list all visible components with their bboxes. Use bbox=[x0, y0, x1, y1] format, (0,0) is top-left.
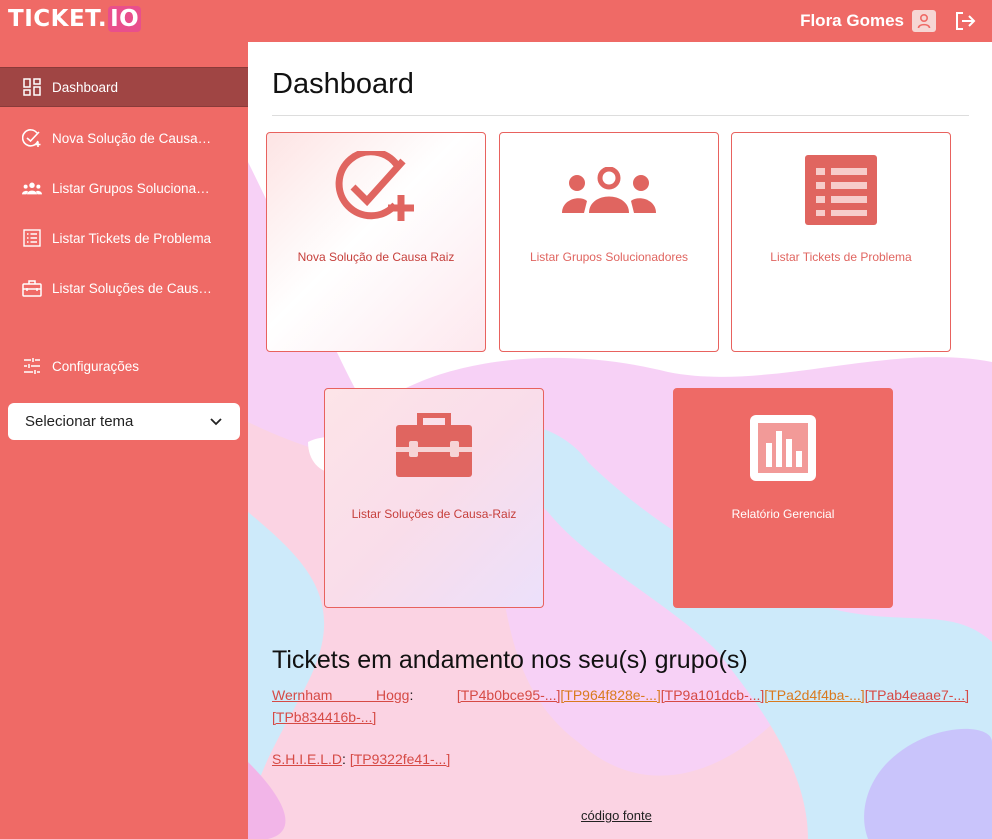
user-menu[interactable]: Flora Gomes bbox=[800, 10, 936, 32]
tickets-section-title: Tickets em andamento nos seu(s) grupo(s) bbox=[272, 646, 748, 674]
sidebar-item-label: Listar Tickets de Problema bbox=[52, 230, 212, 246]
ticket-link[interactable]: [TPab4eaae7-...] bbox=[865, 687, 969, 703]
card-relatorio[interactable]: Relatório Gerencial bbox=[673, 388, 893, 608]
top-bar: TICKET. IO Flora Gomes bbox=[0, 0, 992, 42]
user-icon[interactable] bbox=[912, 10, 936, 32]
toolbox-icon bbox=[22, 278, 42, 298]
sidebar-item-label: Listar Grupos Solucionadores bbox=[52, 180, 212, 196]
card-label: Listar Tickets de Problema bbox=[770, 250, 912, 264]
logo-suffix: IO bbox=[108, 6, 142, 32]
chevron-down-icon bbox=[210, 413, 222, 430]
separator: : bbox=[342, 751, 346, 767]
separator: : bbox=[409, 687, 414, 703]
group-link[interactable]: Wernham Hogg bbox=[272, 687, 409, 703]
group-row: S.H.I.E.L.D: [TP9322fe41-...] bbox=[272, 748, 450, 770]
bar-chart-icon bbox=[674, 413, 892, 483]
check-plus-icon bbox=[267, 151, 485, 225]
sidebar-item-label: Nova Solução de Causa Raiz bbox=[52, 130, 212, 146]
dashboard-icon bbox=[22, 77, 42, 97]
sidebar-item-label: Dashboard bbox=[52, 79, 119, 95]
page-title: Dashboard bbox=[272, 68, 414, 100]
card-grupos[interactable]: Listar Grupos Solucionadores bbox=[499, 132, 719, 352]
ticket-link[interactable]: [TP9a101dcb-...] bbox=[661, 687, 765, 703]
theme-select[interactable]: Selecionar tema bbox=[8, 403, 240, 440]
toolbox-icon bbox=[325, 413, 543, 479]
title-divider bbox=[272, 115, 969, 116]
sidebar: Dashboard Nova Solução de Causa Raiz Lis… bbox=[0, 42, 248, 839]
card-nova-solucao[interactable]: Nova Solução de Causa Raiz bbox=[266, 132, 486, 352]
list-icon bbox=[732, 155, 950, 225]
ticket-link[interactable]: [TP4b0bce95-...] bbox=[457, 687, 561, 703]
ticket-link[interactable]: [TPb834416b-...] bbox=[272, 709, 376, 725]
sidebar-item-configuracoes[interactable]: Configurações bbox=[0, 346, 248, 386]
logout-icon[interactable] bbox=[954, 11, 976, 31]
group-link[interactable]: S.H.I.E.L.D bbox=[272, 751, 342, 767]
sidebar-item-dashboard[interactable]: Dashboard bbox=[0, 67, 248, 107]
ticket-link[interactable]: [TP964f828e-...] bbox=[560, 687, 660, 703]
app-logo[interactable]: TICKET. IO bbox=[8, 6, 142, 32]
card-tickets[interactable]: Listar Tickets de Problema bbox=[731, 132, 951, 352]
list-icon bbox=[22, 228, 42, 248]
sidebar-item-tickets[interactable]: Listar Tickets de Problema bbox=[0, 218, 248, 258]
group-icon bbox=[500, 167, 718, 213]
sidebar-item-solucoes[interactable]: Listar Soluções de Causa-Raiz bbox=[0, 268, 248, 308]
sidebar-item-grupos[interactable]: Listar Grupos Solucionadores bbox=[0, 168, 248, 208]
card-solucoes[interactable]: Listar Soluções de Causa-Raiz bbox=[324, 388, 544, 608]
check-plus-icon bbox=[22, 128, 42, 148]
sliders-icon bbox=[22, 356, 42, 376]
ticket-link[interactable]: [TPa2d4f4ba-...] bbox=[764, 687, 864, 703]
sidebar-item-label: Configurações bbox=[52, 358, 140, 374]
theme-select-value: Selecionar tema bbox=[25, 413, 134, 430]
card-label: Relatório Gerencial bbox=[731, 507, 835, 521]
user-name: Flora Gomes bbox=[800, 11, 904, 30]
logo-text: TICKET. bbox=[8, 6, 108, 32]
group-icon bbox=[22, 178, 42, 198]
card-label: Listar Soluções de Causa-Raiz bbox=[351, 507, 517, 521]
source-code-link[interactable]: código fonte bbox=[581, 808, 652, 823]
sidebar-item-label: Listar Soluções de Causa-Raiz bbox=[52, 280, 212, 296]
ticket-link[interactable]: [TP9322fe41-...] bbox=[350, 751, 450, 767]
card-label: Listar Grupos Solucionadores bbox=[529, 250, 689, 264]
card-label: Nova Solução de Causa Raiz bbox=[297, 250, 455, 264]
group-row: Wernham Hogg: [TP4b0bce95-...][TP964f828… bbox=[272, 684, 969, 728]
main-content: Dashboard Nova Solução de Causa Raiz Lis… bbox=[248, 42, 992, 839]
sidebar-item-nova-solucao[interactable]: Nova Solução de Causa Raiz bbox=[0, 118, 248, 158]
